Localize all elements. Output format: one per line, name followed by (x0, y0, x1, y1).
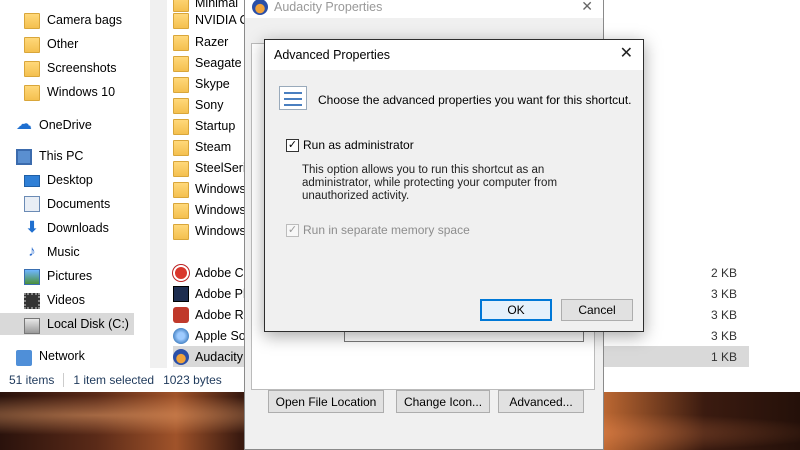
file-size: 2 KB (710, 265, 737, 280)
separate-memory-option: ✓ Run in separate memory space (286, 223, 470, 237)
file-size: 3 KB (710, 328, 737, 343)
separate-memory-label: Run in separate memory space (303, 223, 470, 237)
file-size: 1 KB (710, 349, 737, 364)
dialog-description: Choose the advanced properties you want … (318, 93, 632, 107)
dialog-title: Advanced Properties (274, 48, 391, 62)
documents-icon (24, 196, 40, 212)
music-icon: ♪ (28, 243, 36, 260)
properties-titlebar[interactable]: Audacity Properties ✕ (245, 0, 603, 18)
advanced-properties-dialog: Advanced Properties ✕ Choose the advance… (264, 39, 644, 332)
folder-icon (173, 181, 189, 198)
pc-icon (16, 148, 32, 165)
audacity-icon (252, 0, 268, 15)
audacity-icon (173, 348, 189, 365)
pictures-icon (24, 269, 40, 285)
checklist-icon (279, 86, 307, 110)
run-as-admin-checkbox[interactable]: ✓ (286, 138, 299, 152)
folder-icon (173, 55, 189, 72)
file-size: 3 KB (710, 307, 737, 322)
file-size: 3 KB (710, 286, 737, 301)
cancel-button[interactable]: Cancel (561, 299, 633, 321)
item-count: 51 items (9, 373, 55, 387)
close-icon[interactable]: ✕ (581, 0, 593, 15)
drive-icon (24, 318, 40, 334)
run-as-admin-option[interactable]: ✓ Run as administrator (286, 138, 414, 152)
adobe-photoshop-icon (173, 285, 189, 302)
selection-count: 1 item selected (73, 373, 155, 387)
nav-item-network[interactable]: Network (16, 345, 85, 367)
folder-icon (173, 12, 189, 29)
adobe-reader-icon (173, 306, 189, 323)
nav-item-videos[interactable]: Videos (24, 289, 85, 311)
separate-memory-checkbox: ✓ (286, 223, 299, 237)
folder-icon (173, 76, 189, 93)
nav-scrollbar[interactable] (150, 0, 167, 368)
folder-icon (173, 118, 189, 135)
nav-item-music[interactable]: ♪ Music (24, 241, 79, 263)
nav-item-onedrive[interactable]: ☁ OneDrive (16, 114, 92, 136)
folder-icon (173, 139, 189, 156)
folder-icon (24, 61, 40, 77)
run-as-admin-description: This option allows you to run this short… (302, 164, 558, 202)
change-icon-button[interactable]: Change Icon... (396, 390, 490, 413)
open-file-location-button[interactable]: Open File Location (268, 390, 384, 413)
desktop-icon (24, 175, 40, 187)
close-icon[interactable]: ✕ (620, 45, 633, 63)
ok-button[interactable]: OK (480, 299, 552, 321)
nav-item-desktop[interactable]: Desktop (24, 169, 93, 191)
network-icon (16, 349, 32, 366)
nav-item-other[interactable]: Other (24, 33, 78, 55)
properties-title: Audacity Properties (274, 0, 383, 14)
nav-item-screenshots[interactable]: Screenshots (24, 57, 116, 79)
nav-item-pictures[interactable]: Pictures (24, 265, 92, 287)
nav-item-downloads[interactable]: ⬇ Downloads (24, 217, 109, 239)
folder-icon (173, 202, 189, 219)
nav-item-this-pc[interactable]: This PC (16, 145, 83, 167)
videos-icon (24, 293, 40, 309)
folder-icon (24, 85, 40, 101)
run-as-admin-label: Run as administrator (303, 138, 414, 152)
nav-item-documents[interactable]: Documents (24, 193, 110, 215)
advanced-titlebar[interactable]: Advanced Properties ✕ (265, 40, 643, 70)
folder-icon (24, 37, 40, 53)
navigation-pane: Camera bags Other Screenshots Windows 10… (0, 0, 150, 368)
advanced-button[interactable]: Advanced... (498, 390, 584, 413)
selection-size: 1023 bytes (163, 373, 222, 387)
folder-icon (173, 160, 189, 177)
downloads-icon: ⬇ (25, 219, 39, 236)
adobe-creative-cloud-icon (173, 264, 189, 281)
folder-icon (173, 34, 189, 51)
nav-item-windows-10[interactable]: Windows 10 (24, 81, 115, 103)
apple-software-update-icon (173, 327, 189, 344)
folder-icon (173, 97, 189, 114)
folder-icon (24, 13, 40, 29)
nav-item-local-disk[interactable]: Local Disk (C:) (0, 313, 134, 335)
onedrive-icon: ☁ (16, 116, 32, 133)
nav-item-camera-bags[interactable]: Camera bags (24, 9, 122, 31)
folder-icon (173, 223, 189, 240)
status-separator (63, 373, 65, 387)
